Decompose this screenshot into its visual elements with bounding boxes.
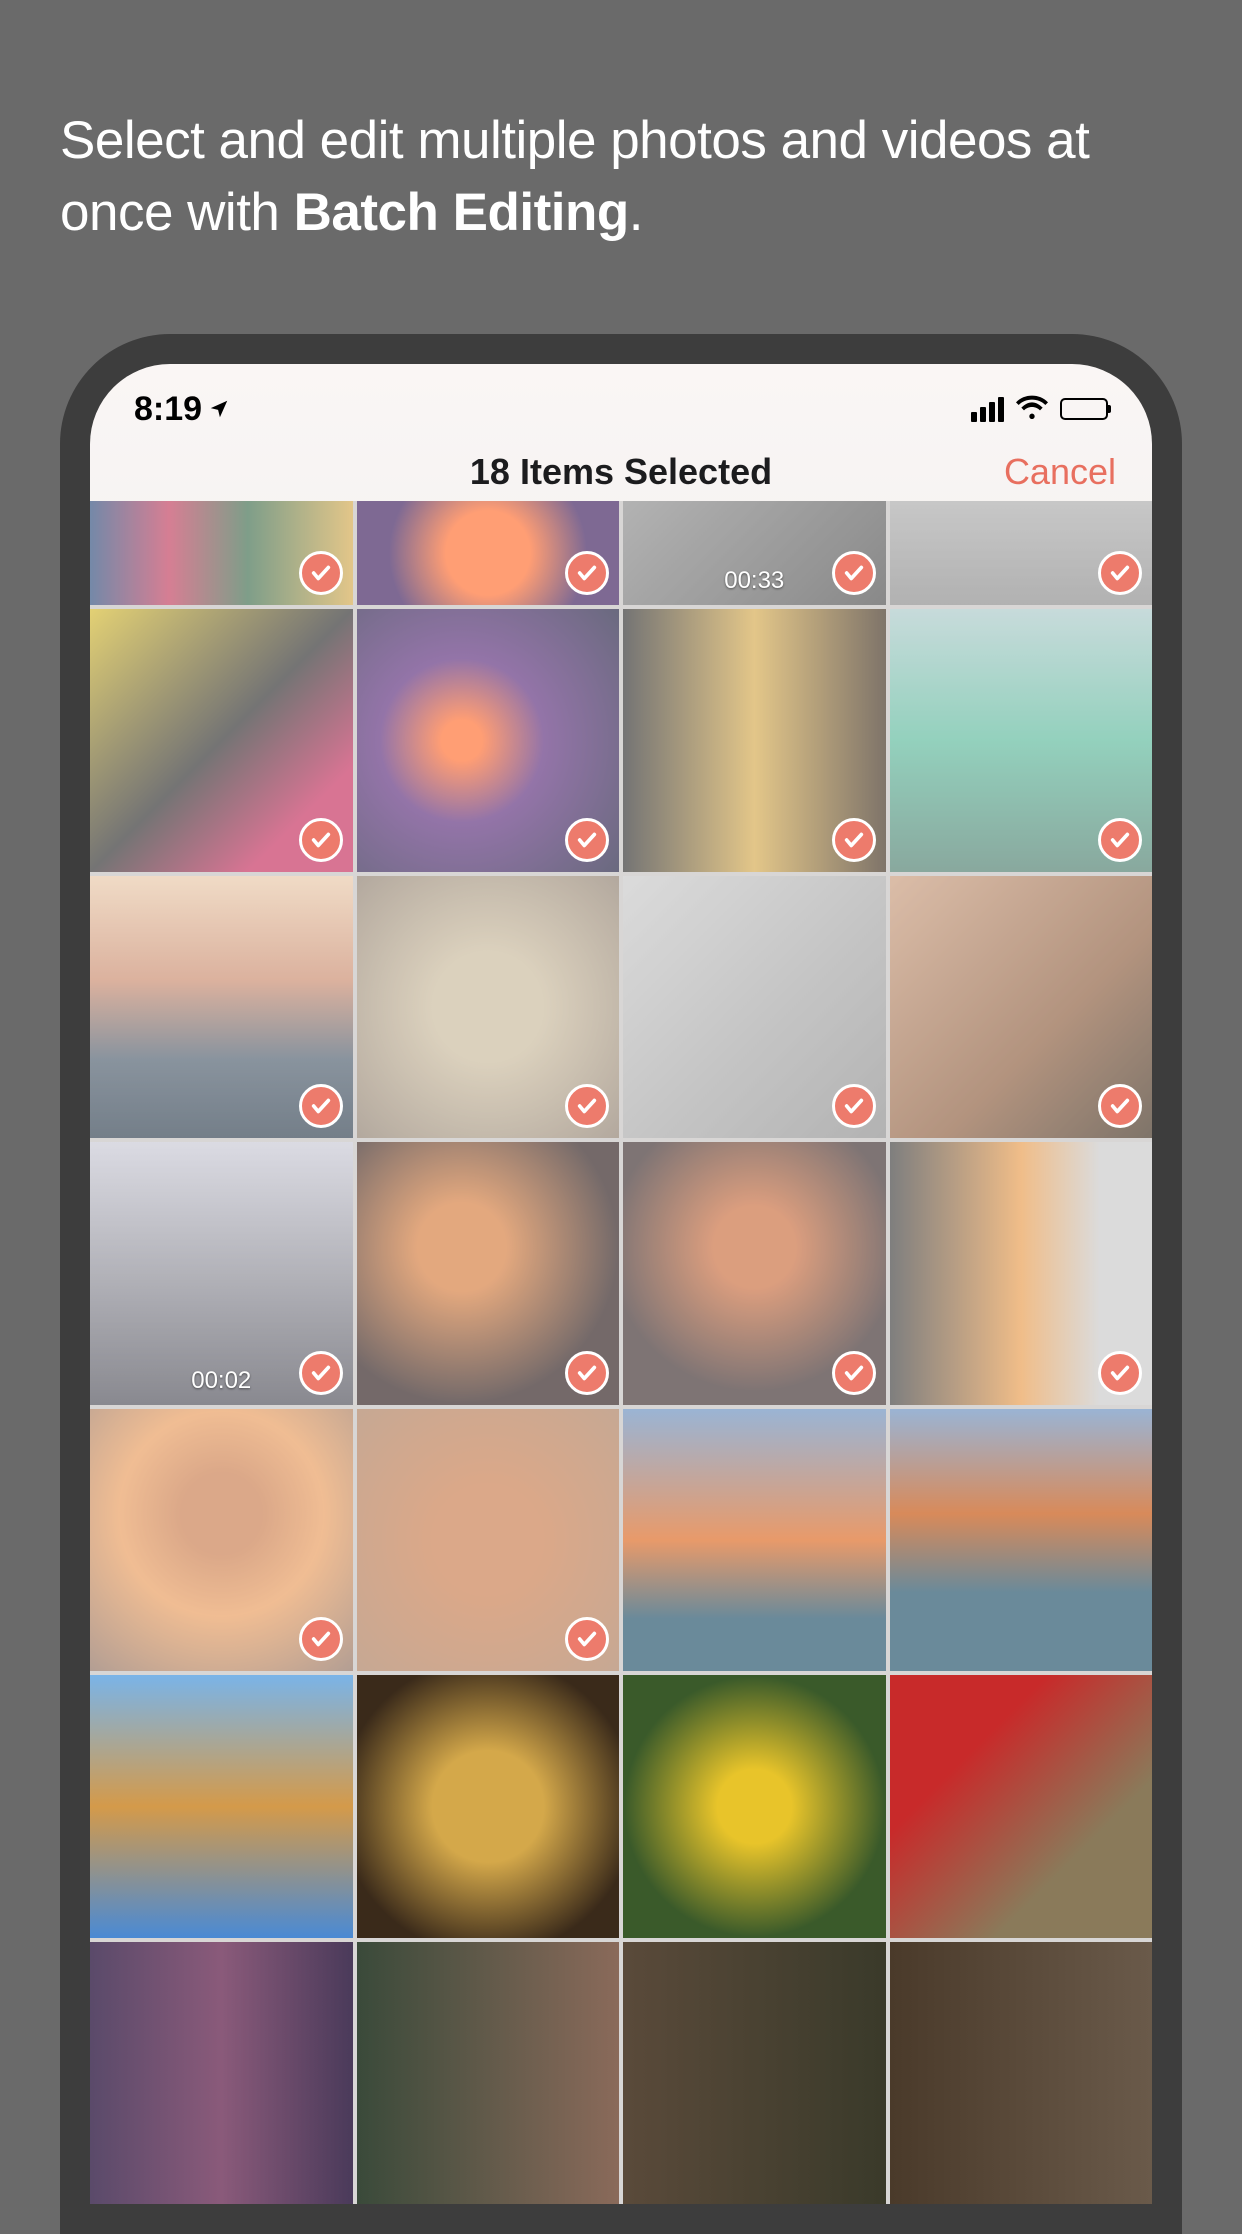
promo-text-suffix: . [629, 183, 643, 242]
selection-check-icon [832, 1084, 876, 1128]
status-time: 8:19 [134, 390, 202, 429]
photo-cell[interactable] [357, 1409, 620, 1672]
photo-thumbnail [357, 1942, 620, 2205]
selection-check-icon [299, 1351, 343, 1395]
photo-cell[interactable] [890, 1942, 1153, 2205]
promo-caption: Select and edit multiple photos and vide… [60, 105, 1182, 248]
photo-cell[interactable] [90, 1409, 353, 1672]
selection-check-icon [1098, 818, 1142, 862]
photo-thumbnail [90, 1675, 353, 1938]
selection-check-icon [565, 1617, 609, 1661]
photo-grid[interactable]: 00:33 00:02 [90, 501, 1152, 2204]
nav-title: 18 Items Selected [470, 451, 772, 493]
photo-thumbnail [357, 1675, 620, 1938]
photo-cell[interactable] [890, 876, 1153, 1139]
photo-cell[interactable] [357, 609, 620, 872]
photo-cell[interactable] [623, 1675, 886, 1938]
location-icon [208, 390, 230, 429]
selection-check-icon [1098, 1084, 1142, 1128]
photo-thumbnail [90, 1942, 353, 2205]
selection-check-icon [299, 818, 343, 862]
photo-cell[interactable]: 00:33 [623, 501, 886, 605]
selection-check-icon [565, 551, 609, 595]
photo-thumbnail [890, 1409, 1153, 1672]
photo-cell[interactable] [90, 1675, 353, 1938]
photo-cell[interactable] [357, 1942, 620, 2205]
photo-cell[interactable] [890, 501, 1153, 605]
selection-check-icon [299, 1617, 343, 1661]
selection-check-icon [565, 1084, 609, 1128]
phone-screen: 8:19 18 Items Selected Cancel 00:33 00:02 [90, 364, 1152, 2204]
photo-cell[interactable] [357, 1142, 620, 1405]
status-time-group: 8:19 [134, 390, 230, 429]
photo-cell[interactable] [623, 1142, 886, 1405]
selection-check-icon [565, 818, 609, 862]
selection-check-icon [832, 818, 876, 862]
photo-cell[interactable] [623, 876, 886, 1139]
photo-cell[interactable] [90, 1942, 353, 2205]
selection-check-icon [1098, 1351, 1142, 1395]
photo-thumbnail [890, 1942, 1153, 2205]
selection-check-icon [832, 551, 876, 595]
photo-cell[interactable] [357, 876, 620, 1139]
video-duration: 00:02 [191, 1367, 251, 1395]
battery-icon [1060, 398, 1108, 420]
photo-cell[interactable] [890, 1142, 1153, 1405]
photo-cell[interactable] [623, 1942, 886, 2205]
photo-cell[interactable] [357, 1675, 620, 1938]
photo-thumbnail [623, 1942, 886, 2205]
wifi-icon [1016, 395, 1048, 424]
status-indicators [971, 395, 1108, 424]
photo-thumbnail [623, 1675, 886, 1938]
photo-cell[interactable] [890, 1675, 1153, 1938]
photo-thumbnail [623, 1409, 886, 1672]
photo-cell[interactable] [890, 1409, 1153, 1672]
phone-frame: 8:19 18 Items Selected Cancel 00:33 00:02 [60, 334, 1182, 2234]
promo-text-bold: Batch Editing [294, 183, 629, 242]
selection-check-icon [1098, 551, 1142, 595]
photo-cell[interactable] [90, 609, 353, 872]
signal-icon [971, 397, 1004, 422]
selection-check-icon [299, 551, 343, 595]
cancel-button[interactable]: Cancel [1004, 451, 1116, 493]
photo-thumbnail [890, 1675, 1153, 1938]
video-duration: 00:33 [724, 567, 784, 595]
photo-cell[interactable]: 00:02 [90, 1142, 353, 1405]
photo-cell[interactable] [90, 876, 353, 1139]
photo-cell[interactable] [623, 609, 886, 872]
selection-check-icon [299, 1084, 343, 1128]
photo-cell[interactable] [623, 1409, 886, 1672]
status-bar: 8:19 [90, 386, 1152, 432]
selection-check-icon [832, 1351, 876, 1395]
selection-check-icon [565, 1351, 609, 1395]
nav-bar: 18 Items Selected Cancel [90, 442, 1152, 501]
photo-cell[interactable] [890, 609, 1153, 872]
photo-cell[interactable] [90, 501, 353, 605]
photo-cell[interactable] [357, 501, 620, 605]
